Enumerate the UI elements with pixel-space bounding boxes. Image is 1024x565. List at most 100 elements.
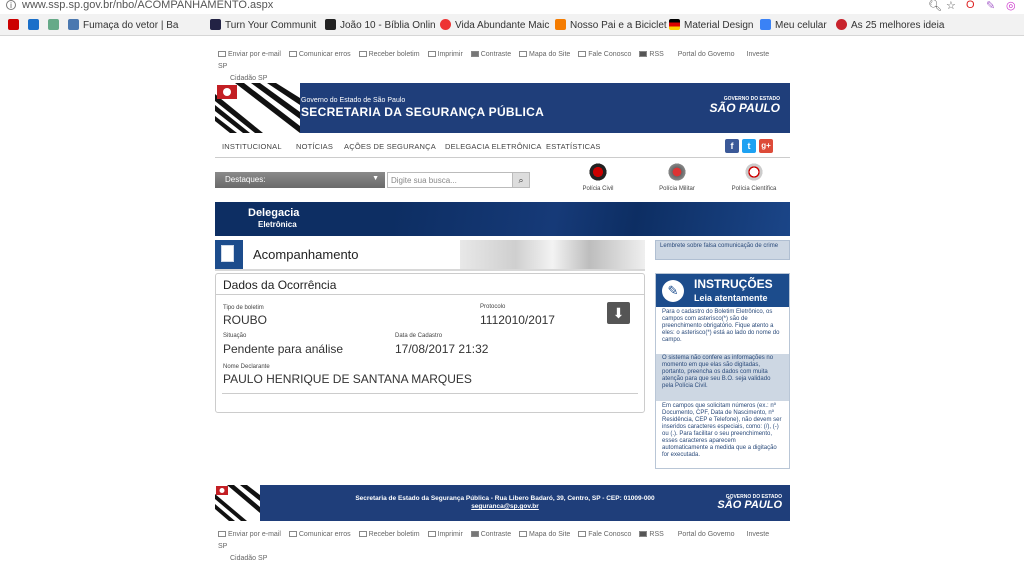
banner-wave bbox=[395, 202, 790, 236]
arrow-icon bbox=[288, 531, 297, 537]
instrucoes-panel: ✎ INSTRUÇÕES Leia atentamente Para o cad… bbox=[655, 273, 790, 469]
bookmark-page-icon[interactable] bbox=[48, 19, 63, 31]
zoom-icon[interactable]: 🔍︎ bbox=[928, 0, 942, 12]
twitter-icon[interactable]: t bbox=[742, 139, 756, 153]
instrucao-3: Em campos que solicitam números (ex.: nº… bbox=[662, 403, 782, 458]
papers-image bbox=[460, 240, 645, 269]
contraste-link[interactable]: Contraste bbox=[470, 51, 511, 58]
fale-link[interactable]: Fale Conosco bbox=[578, 51, 631, 58]
bookmark-8[interactable]: As 25 melhores ideia bbox=[836, 19, 944, 31]
policia-militar-icon bbox=[667, 162, 687, 182]
sp-logo[interactable]: GOVERNO DO ESTADO SÃO PAULO bbox=[717, 494, 782, 511]
sitemap-icon bbox=[519, 51, 528, 57]
pencil-icon: ✎ bbox=[662, 280, 684, 302]
googleplus-icon[interactable]: g+ bbox=[759, 139, 773, 153]
chat-icon bbox=[578, 51, 587, 57]
phone-icon bbox=[760, 19, 771, 30]
instrucao-1: Para o cadastro do Boletim Eletrônico, o… bbox=[662, 309, 780, 343]
bookmark-app-icon[interactable] bbox=[8, 19, 23, 31]
situacao-label: Situação bbox=[223, 333, 247, 339]
portal-link[interactable]: Portal do Governo bbox=[678, 531, 735, 538]
pinterest-icon bbox=[836, 19, 847, 30]
footer-email-link[interactable]: seguranca@sp.gov.br bbox=[315, 503, 695, 511]
delegacia-banner: Delegacia Eletrônica bbox=[215, 202, 790, 236]
doc-icon bbox=[358, 531, 367, 537]
utility-links-top: Enviar por e-mail Comunicar erros Recebe… bbox=[218, 49, 778, 85]
info-icon[interactable]: i bbox=[6, 0, 16, 10]
ocorrencia-card: Dados da Ocorrência Tipo de boletim ROUB… bbox=[215, 273, 645, 413]
portal-link[interactable]: Portal do Governo bbox=[678, 51, 735, 58]
card-divider bbox=[216, 294, 644, 295]
header-title: SECRETARIA DA SEGURANÇA PÚBLICA bbox=[301, 105, 545, 119]
erros-link[interactable]: Comunicar erros bbox=[288, 531, 351, 538]
nav-noticias[interactable]: NOTÍCIAS bbox=[296, 142, 333, 151]
nav-acoes[interactable]: AÇÕES DE SEGURANÇA bbox=[344, 142, 436, 151]
bookmark-7[interactable]: Meu celular bbox=[760, 19, 827, 31]
policia-militar-link[interactable]: Polícia Militar bbox=[647, 162, 707, 192]
search-input[interactable]: Digite sua busca... bbox=[387, 172, 530, 188]
lembrete-link[interactable]: Lembrete sobre falsa comunicação de crim… bbox=[655, 240, 790, 260]
utility-links-bottom: Enviar por e-mail Comunicar erros Recebe… bbox=[218, 529, 778, 565]
policia-civil-icon bbox=[588, 162, 608, 182]
sp-flag-icon bbox=[215, 83, 300, 133]
download-button[interactable]: ⬇ bbox=[607, 302, 630, 324]
fale-link[interactable]: Fale Conosco bbox=[578, 531, 631, 538]
instrucoes-header: ✎ INSTRUÇÕES Leia atentamente bbox=[656, 274, 789, 307]
star-icon[interactable]: ☆ bbox=[946, 0, 956, 12]
search-icon[interactable]: ⌕ bbox=[512, 172, 530, 188]
opera-icon[interactable]: O bbox=[966, 0, 975, 11]
policia-cientifica-icon bbox=[744, 162, 764, 182]
destaques-dropdown[interactable]: Destaques: ▼ bbox=[215, 172, 385, 188]
mapa-link[interactable]: Mapa do Site bbox=[519, 531, 570, 538]
mapa-link[interactable]: Mapa do Site bbox=[519, 51, 570, 58]
header-subtitle: Governo do Estado de São Paulo bbox=[301, 97, 406, 104]
page-title: Acompanhamento bbox=[253, 247, 359, 262]
bookmark-4[interactable]: Vida Abundante Maic bbox=[440, 19, 549, 31]
pen-icon[interactable]: ✎ bbox=[986, 0, 995, 12]
contrast-icon bbox=[470, 531, 479, 537]
contraste-link[interactable]: Contraste bbox=[470, 531, 511, 538]
bookmark-2[interactable]: Turn Your Communit bbox=[210, 19, 316, 31]
imprimir-link[interactable]: Imprimir bbox=[427, 51, 463, 58]
sp-flag-icon bbox=[215, 485, 260, 521]
bookmark-5[interactable]: Nosso Pai e a Biciclet bbox=[555, 19, 667, 31]
bookmark-3[interactable]: João 10 - Bíblia Onlin bbox=[325, 19, 436, 31]
email-link[interactable]: Enviar por e-mail bbox=[218, 531, 281, 538]
document-icon bbox=[215, 240, 243, 269]
chevron-down-icon: ▼ bbox=[372, 175, 379, 182]
data-label: Data de Cadastro bbox=[395, 333, 443, 339]
nav-institucional[interactable]: INSTITUCIONAL bbox=[222, 142, 282, 151]
delegacia-subtitle: Eletrônica bbox=[258, 220, 297, 229]
target-icon bbox=[440, 19, 451, 30]
delegacia-title: Delegacia bbox=[248, 207, 300, 219]
bookmark-1[interactable]: Fumaça do vetor | Ba bbox=[68, 19, 178, 31]
blogger-icon bbox=[555, 19, 566, 30]
protocolo-label: Protocolo bbox=[480, 304, 506, 310]
sp-logo[interactable]: GOVERNO DO ESTADO SÃO PAULO bbox=[710, 96, 780, 115]
print-icon bbox=[427, 531, 436, 537]
extension-icon[interactable]: ◎ bbox=[1006, 0, 1016, 12]
rss-link[interactable]: RSS bbox=[639, 51, 664, 58]
browser-url-bar[interactable]: i www.ssp.sp.gov.br/nbo/ACOMPANHAMENTO.a… bbox=[0, 0, 1024, 14]
erros-link[interactable]: Comunicar erros bbox=[288, 51, 351, 58]
policia-civil-link[interactable]: Polícia Civil bbox=[568, 162, 628, 192]
rss-icon bbox=[639, 51, 648, 57]
cidadao-link[interactable]: Cidadão SP bbox=[230, 555, 267, 562]
bookmark-outlook-icon[interactable] bbox=[28, 19, 43, 31]
url-text[interactable]: www.ssp.sp.gov.br/nbo/ACOMPANHAMENTO.asp… bbox=[22, 0, 273, 11]
facebook-icon[interactable]: f bbox=[725, 139, 739, 153]
bookmark-6[interactable]: Material Design bbox=[669, 19, 753, 31]
nome-label: Nome Declarante bbox=[223, 364, 270, 370]
rss-link[interactable]: RSS bbox=[639, 531, 664, 538]
boletim-link[interactable]: Receber boletim bbox=[358, 51, 420, 58]
title-divider bbox=[215, 269, 645, 271]
main-nav: INSTITUCIONAL NOTÍCIAS AÇÕES DE SEGURANÇ… bbox=[215, 136, 790, 158]
nav-delegacia[interactable]: DELEGACIA ELETRÔNICA bbox=[445, 142, 542, 151]
boletim-link[interactable]: Receber boletim bbox=[358, 531, 420, 538]
card-title: Dados da Ocorrência bbox=[223, 278, 337, 292]
email-link[interactable]: Enviar por e-mail bbox=[218, 51, 281, 58]
imprimir-link[interactable]: Imprimir bbox=[427, 531, 463, 538]
nav-estatisticas[interactable]: ESTATÍSTICAS bbox=[546, 142, 601, 151]
cidadao-link[interactable]: Cidadão SP bbox=[230, 75, 267, 82]
policia-cientifica-link[interactable]: Polícia Científica bbox=[724, 162, 784, 192]
